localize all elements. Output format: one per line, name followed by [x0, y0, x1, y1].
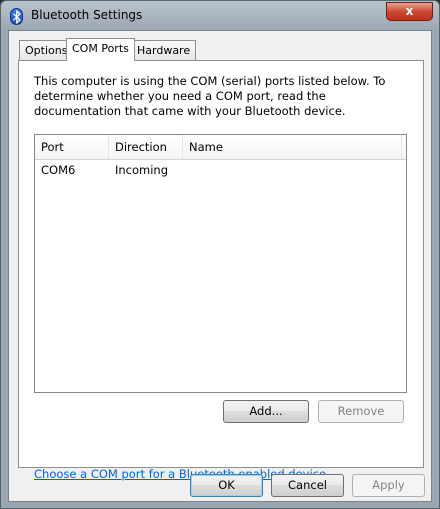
- dialog-client-area: Options COM Ports Hardware This computer…: [8, 30, 432, 502]
- window-title: Bluetooth Settings: [31, 8, 143, 22]
- column-header-port[interactable]: Port: [35, 135, 109, 159]
- list-header: Port Direction Name: [35, 135, 406, 160]
- column-header-name[interactable]: Name: [183, 135, 402, 159]
- bluetooth-icon: [10, 8, 23, 25]
- ok-button[interactable]: OK: [190, 474, 263, 497]
- apply-button[interactable]: Apply: [352, 474, 425, 497]
- list-item[interactable]: COM6 Incoming: [35, 160, 406, 180]
- remove-button[interactable]: Remove: [318, 400, 404, 423]
- column-header-direction[interactable]: Direction: [109, 135, 183, 159]
- cancel-button[interactable]: Cancel: [271, 474, 344, 497]
- tab-com-ports[interactable]: COM Ports: [66, 38, 135, 61]
- port-cell: COM6: [41, 163, 76, 177]
- add-button[interactable]: Add...: [223, 400, 309, 423]
- direction-cell: Incoming: [115, 163, 169, 177]
- close-button[interactable]: x: [386, 2, 433, 21]
- tab-hardware[interactable]: Hardware: [131, 40, 197, 60]
- com-ports-list[interactable]: Port Direction Name COM6 Incoming: [34, 134, 407, 393]
- intro-text: This computer is using the COM (serial) …: [34, 74, 386, 118]
- title-bar[interactable]: Bluetooth Settings x: [1, 1, 439, 31]
- bluetooth-settings-window: Bluetooth Settings x Options COM Ports H…: [0, 0, 440, 509]
- com-ports-panel: This computer is using the COM (serial) …: [18, 60, 424, 481]
- close-icon: x: [405, 4, 414, 18]
